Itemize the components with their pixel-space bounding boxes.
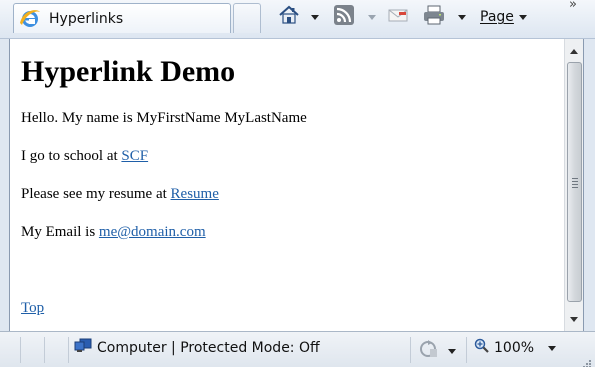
resume-paragraph: Please see my resume at Resume (21, 186, 219, 203)
read-mail-icon (387, 4, 409, 30)
print-dropdown[interactable] (458, 4, 466, 30)
email-paragraph: My Email is me@domain.com (21, 224, 206, 241)
arrow-up-icon (570, 48, 578, 54)
tab-hyperlinks[interactable]: Hyperlinks (13, 3, 231, 33)
page-heading: Hyperlink Demo (21, 55, 236, 88)
school-paragraph: I go to school at SCF (21, 148, 148, 165)
security-zone[interactable]: Computer | Protected Mode: Off (74, 338, 320, 358)
scroll-down-button[interactable] (565, 309, 583, 329)
school-link[interactable]: SCF (121, 148, 148, 164)
status-divider (68, 337, 69, 363)
status-divider (466, 337, 467, 363)
intro-text: Hello. My name is MyFirstName MyLastName (21, 110, 307, 126)
zoom-dropdown[interactable] (548, 346, 556, 351)
feeds-button[interactable] (333, 4, 355, 30)
zoom-level: 100% (494, 340, 535, 356)
home-icon (278, 4, 300, 30)
school-text: I go to school at (21, 148, 122, 164)
chevron-down-icon (448, 348, 456, 354)
intro-paragraph: Hello. My name is MyFirstName MyLastName (21, 110, 307, 127)
home-button[interactable] (278, 4, 300, 30)
print-icon (422, 4, 446, 30)
status-bar: Computer | Protected Mode: Off 100% (0, 331, 595, 367)
status-divider (20, 337, 21, 363)
home-dropdown[interactable] (311, 4, 319, 30)
computer-icon (74, 338, 92, 358)
email-text: My Email is (21, 224, 99, 240)
feeds-dropdown[interactable] (368, 4, 376, 30)
page-viewport: Hyperlink Demo Hello. My name is MyFirst… (9, 39, 584, 331)
zone-text: Computer | Protected Mode: Off (97, 340, 320, 356)
browser-toolbar: Hyperlinks Page » (0, 0, 595, 39)
sync-icon (418, 339, 440, 363)
zoom-button[interactable]: 100% (474, 338, 534, 358)
scroll-up-button[interactable] (565, 41, 583, 61)
arrow-down-icon (570, 316, 578, 322)
print-button[interactable] (422, 4, 446, 30)
status-divider (44, 337, 45, 363)
top-link[interactable]: Top (21, 300, 44, 316)
rss-feed-icon (333, 4, 355, 30)
status-divider (410, 337, 411, 363)
magnifier-icon (474, 338, 490, 358)
grip-icon (572, 178, 578, 190)
page-menu-label: Page (480, 9, 514, 25)
vertical-scrollbar[interactable] (564, 39, 583, 331)
chevron-down-icon (518, 14, 527, 20)
resume-link[interactable]: Resume (171, 186, 219, 202)
scroll-thumb[interactable] (567, 62, 582, 302)
toolbar-overflow-icon[interactable]: » (569, 0, 577, 12)
ie-icon (17, 6, 43, 32)
tab-title: Hyperlinks (49, 10, 124, 27)
read-mail-button[interactable] (387, 4, 409, 30)
resume-text: Please see my resume at (21, 186, 171, 202)
resize-grip-icon[interactable] (582, 354, 592, 367)
change-level-button[interactable] (418, 339, 456, 363)
email-link[interactable]: me@domain.com (99, 224, 206, 240)
chevron-down-icon (548, 346, 556, 351)
top-paragraph: Top (21, 300, 44, 317)
page-menu[interactable]: Page (480, 4, 527, 30)
new-tab-button[interactable] (233, 3, 261, 33)
